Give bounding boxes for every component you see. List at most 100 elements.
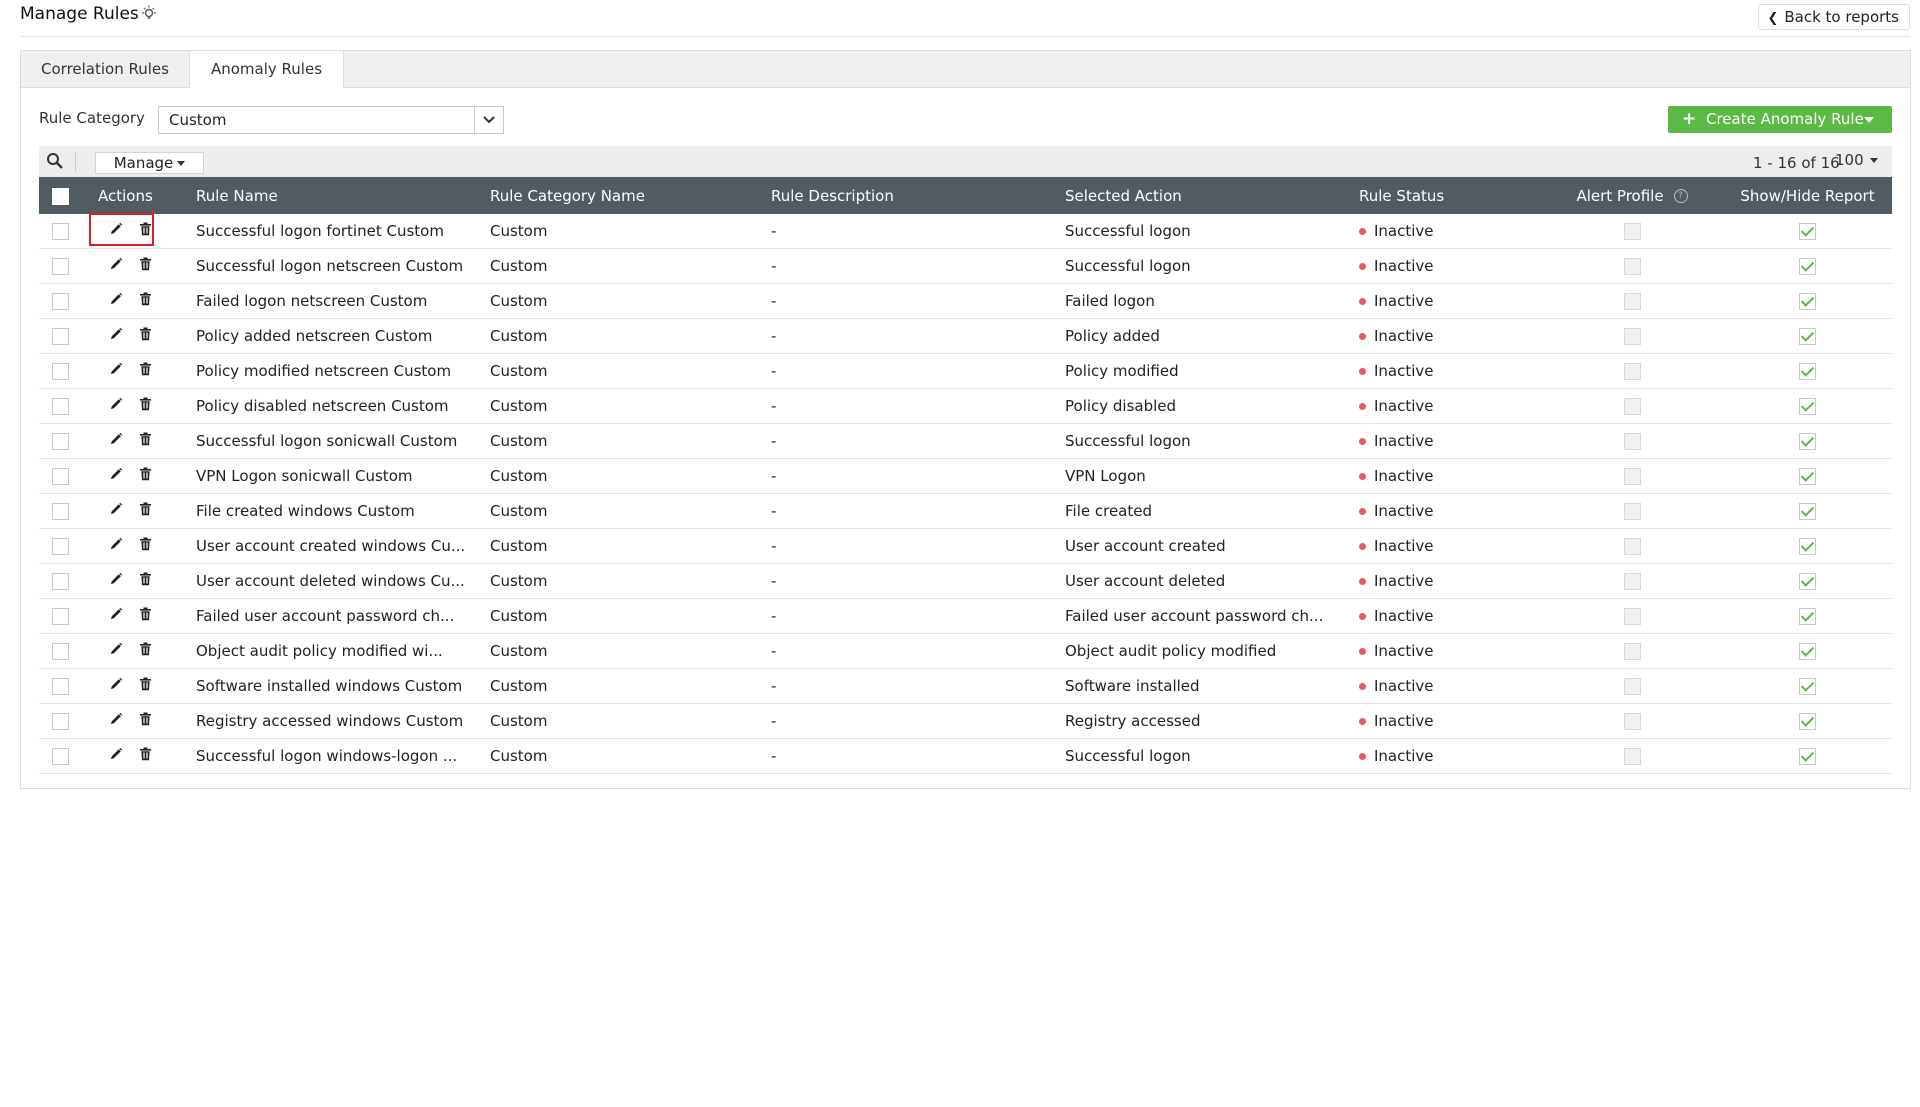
edit-icon[interactable] <box>109 292 123 310</box>
edit-icon[interactable] <box>109 467 123 485</box>
row-checkbox[interactable] <box>52 328 69 345</box>
row-checkbox[interactable] <box>52 293 69 310</box>
show-hide-report-checkbox[interactable] <box>1799 748 1816 765</box>
rule-name[interactable]: Software installed windows Custom <box>196 668 490 704</box>
edit-icon[interactable] <box>109 432 123 450</box>
table-row[interactable]: Policy disabled netscreen Custom Custom - P… <box>39 388 1892 424</box>
create-anomaly-rule-button[interactable]: + Create Anomaly Rule <box>1668 106 1892 133</box>
back-to-reports-button[interactable]: ❮ Back to reports <box>1758 4 1910 30</box>
show-hide-report-checkbox[interactable] <box>1799 293 1816 310</box>
rule-name[interactable]: Successful logon windows-logon ... <box>196 738 490 774</box>
row-checkbox[interactable] <box>52 468 69 485</box>
table-row[interactable]: Failed logon netscreen Custom Custom - Fail… <box>39 283 1892 319</box>
col-rule-status[interactable]: Rule Status <box>1359 177 1541 214</box>
edit-icon[interactable] <box>109 572 123 590</box>
table-row[interactable]: Registry accessed windows Custom Custom - R… <box>39 703 1892 739</box>
delete-icon[interactable] <box>139 677 152 695</box>
edit-icon[interactable] <box>109 327 123 345</box>
row-checkbox[interactable] <box>52 433 69 450</box>
edit-icon[interactable] <box>109 362 123 380</box>
table-row[interactable]: Successful logon windows-logon ... Custom… <box>39 738 1892 774</box>
show-hide-report-checkbox[interactable] <box>1799 433 1816 450</box>
rule-name[interactable]: VPN Logon sonicwall Custom <box>196 458 490 494</box>
rule-name[interactable]: Object audit policy modified wi... <box>196 633 490 669</box>
show-hide-report-checkbox[interactable] <box>1799 258 1816 275</box>
show-hide-report-checkbox[interactable] <box>1799 608 1816 625</box>
rule-name[interactable]: Policy modified netscreen Custom <box>196 353 490 389</box>
rule-name[interactable]: User account deleted windows Cu... <box>196 563 490 599</box>
delete-icon[interactable] <box>139 502 152 520</box>
col-selected-action[interactable]: Selected Action <box>1065 177 1359 214</box>
table-row[interactable]: Policy modified netscreen Custom Custom - P… <box>39 353 1892 389</box>
table-row[interactable]: Policy added netscreen Custom Custom - Poli… <box>39 318 1892 354</box>
table-row[interactable]: Failed user account password ch... Custom… <box>39 598 1892 634</box>
chevron-down-icon[interactable] <box>474 107 503 133</box>
table-row[interactable]: Successful logon sonicwall Custom Custom -… <box>39 423 1892 459</box>
select-all-checkbox[interactable] <box>52 187 69 205</box>
table-row[interactable]: User account created windows Cu... Custom… <box>39 528 1892 564</box>
per-page-select[interactable]: 100 <box>1835 151 1878 169</box>
show-hide-report-checkbox[interactable] <box>1799 678 1816 695</box>
edit-icon[interactable] <box>109 747 123 765</box>
table-row[interactable]: VPN Logon sonicwall Custom Custom - VPN Log… <box>39 458 1892 494</box>
row-checkbox[interactable] <box>52 643 69 660</box>
rule-name[interactable]: Policy added netscreen Custom <box>196 318 490 354</box>
delete-icon[interactable] <box>139 292 152 310</box>
tab-correlation-rules[interactable]: Correlation Rules <box>21 51 190 87</box>
row-checkbox[interactable] <box>52 258 69 275</box>
rule-category-select[interactable]: Custom <box>158 106 504 134</box>
delete-icon[interactable] <box>139 467 152 485</box>
rule-name[interactable]: Successful logon fortinet Custom <box>196 214 490 249</box>
help-icon[interactable]: ? <box>1673 189 1688 203</box>
rule-name[interactable]: Failed user account password ch... <box>196 598 490 634</box>
delete-icon[interactable] <box>139 607 152 625</box>
rule-name[interactable]: Policy disabled netscreen Custom <box>196 388 490 424</box>
manage-dropdown[interactable]: Manage <box>95 152 204 174</box>
row-checkbox[interactable] <box>52 573 69 590</box>
row-checkbox[interactable] <box>52 398 69 415</box>
row-checkbox[interactable] <box>52 608 69 625</box>
edit-icon[interactable] <box>109 607 123 625</box>
table-row[interactable]: Successful logon fortinet Custom Custom - S… <box>39 214 1892 249</box>
rule-name[interactable]: Failed logon netscreen Custom <box>196 283 490 319</box>
delete-icon[interactable] <box>139 362 152 380</box>
show-hide-report-checkbox[interactable] <box>1799 398 1816 415</box>
row-checkbox[interactable] <box>52 678 69 695</box>
delete-icon[interactable] <box>139 537 152 555</box>
delete-icon[interactable] <box>139 642 152 660</box>
edit-icon[interactable] <box>109 397 123 415</box>
row-checkbox[interactable] <box>52 223 69 240</box>
rule-name[interactable]: File created windows Custom <box>196 493 490 529</box>
delete-icon[interactable] <box>139 747 152 765</box>
show-hide-report-checkbox[interactable] <box>1799 538 1816 555</box>
rule-name[interactable]: Successful logon netscreen Custom <box>196 248 490 284</box>
delete-icon[interactable] <box>139 397 152 415</box>
rule-name[interactable]: User account created windows Cu... <box>196 528 490 564</box>
edit-icon[interactable] <box>109 257 123 275</box>
row-checkbox[interactable] <box>52 363 69 380</box>
row-checkbox[interactable] <box>52 713 69 730</box>
rule-name[interactable]: Registry accessed windows Custom <box>196 703 490 739</box>
edit-icon[interactable] <box>109 712 123 730</box>
col-rule-description[interactable]: Rule Description <box>771 177 1065 214</box>
rule-name[interactable]: Successful logon sonicwall Custom <box>196 423 490 459</box>
col-rule-category-name[interactable]: Rule Category Name <box>490 177 771 214</box>
show-hide-report-checkbox[interactable] <box>1799 328 1816 345</box>
show-hide-report-checkbox[interactable] <box>1799 573 1816 590</box>
row-checkbox[interactable] <box>52 748 69 765</box>
lightbulb-icon[interactable] <box>139 4 159 24</box>
show-hide-report-checkbox[interactable] <box>1799 223 1816 240</box>
table-row[interactable]: File created windows Custom Custom - File c… <box>39 493 1892 529</box>
table-row[interactable]: Software installed windows Custom Custom -… <box>39 668 1892 704</box>
show-hide-report-checkbox[interactable] <box>1799 363 1816 380</box>
delete-icon[interactable] <box>139 432 152 450</box>
edit-icon[interactable] <box>109 642 123 660</box>
show-hide-report-checkbox[interactable] <box>1799 503 1816 520</box>
show-hide-report-checkbox[interactable] <box>1799 713 1816 730</box>
delete-icon[interactable] <box>139 257 152 275</box>
row-checkbox[interactable] <box>52 538 69 555</box>
edit-icon[interactable] <box>109 502 123 520</box>
show-hide-report-checkbox[interactable] <box>1799 643 1816 660</box>
edit-icon[interactable] <box>109 537 123 555</box>
table-row[interactable]: Object audit policy modified wi... Custom… <box>39 633 1892 669</box>
